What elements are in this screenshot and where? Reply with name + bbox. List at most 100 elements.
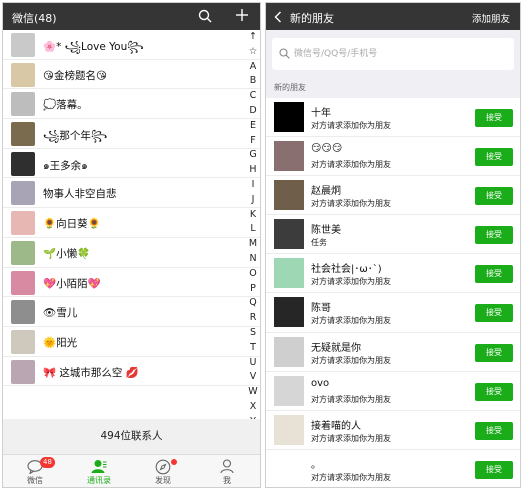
contact-row[interactable]: 🌸* ꧁Love You꧂: [3, 30, 260, 60]
index-letter[interactable]: U: [246, 356, 260, 371]
request-message: 对方请求添加你为朋友: [311, 433, 391, 443]
contact-row[interactable]: 物事人非空自悲: [3, 178, 260, 209]
tab-chats[interactable]: 48 微信: [3, 455, 67, 487]
index-letter[interactable]: S: [246, 326, 260, 341]
search-icon[interactable]: [198, 9, 212, 23]
accept-button[interactable]: 接受: [475, 304, 513, 323]
avatar: [11, 122, 35, 147]
contact-row[interactable]: 🌞阳光: [3, 327, 260, 357]
avatar: [11, 62, 35, 87]
tab-label: 发现: [155, 476, 171, 485]
tab-me[interactable]: 我: [195, 455, 259, 487]
person-icon: [220, 459, 234, 474]
index-letter[interactable]: O: [246, 267, 260, 282]
contact-row[interactable]: 🎀 这城市那么空 💋: [3, 357, 260, 387]
contact-name: 🌞阳光: [43, 336, 78, 349]
index-letter[interactable]: W: [246, 385, 260, 400]
request-message: 对方请求添加你为朋友: [311, 316, 391, 326]
requester-name: 陈世美: [311, 225, 341, 237]
accept-button[interactable]: 接受: [475, 265, 513, 284]
requester-name: 接着喵的人: [311, 420, 361, 432]
friend-request-row[interactable]: 陈世美 任务 接受: [266, 215, 520, 255]
alphabet-index[interactable]: ↑☆ABCDEFGHIJKLMNOPQRSTUVWXYZ#: [246, 30, 260, 456]
accept-button[interactable]: 接受: [475, 226, 513, 245]
contact-name: 😘金榜题名😘: [43, 69, 107, 82]
friend-request-row[interactable]: ovo 对方请求添加你为朋友 接受: [266, 372, 520, 411]
index-letter[interactable]: J: [246, 193, 260, 208]
search-input[interactable]: [294, 46, 494, 62]
index-letter[interactable]: ☆: [246, 45, 260, 60]
index-letter[interactable]: V: [246, 370, 260, 385]
contact-row[interactable]: ๑王多余๑: [3, 149, 260, 179]
accept-button[interactable]: 接受: [475, 421, 513, 440]
index-letter[interactable]: N: [246, 252, 260, 267]
index-letter[interactable]: I: [246, 178, 260, 193]
requester-name: 赵晨炯: [311, 186, 341, 198]
avatar: [11, 300, 35, 325]
avatar: [274, 297, 304, 328]
tab-label: 通讯录: [87, 476, 111, 485]
friend-request-row[interactable]: 十年 对方请求添加你为朋友 接受: [266, 98, 520, 138]
friend-request-row[interactable]: 陈哥 对方请求添加你为朋友 接受: [266, 293, 520, 333]
index-letter[interactable]: Q: [246, 296, 260, 311]
avatar: [11, 151, 35, 176]
contact-count: 494位联系人: [3, 419, 260, 454]
avatar: [11, 181, 35, 206]
index-letter[interactable]: ↑: [246, 30, 260, 45]
friend-request-row[interactable]: 赵晨炯 对方请求添加你为朋友 接受: [266, 176, 520, 216]
index-letter[interactable]: B: [246, 74, 260, 89]
friend-request-row[interactable]: 接着喵的人 对方请求添加你为朋友 接受: [266, 411, 520, 450]
index-letter[interactable]: M: [246, 237, 260, 252]
accept-button[interactable]: 接受: [475, 382, 513, 401]
contact-row[interactable]: 💖小陌陌💖: [3, 268, 260, 298]
avatar: [274, 258, 304, 289]
new-friends-screen: 新的朋友 添加朋友 新的朋友 十年对方请求添加你为朋友接受😏😏😏对方请求添加你为…: [265, 2, 521, 488]
contact-row[interactable]: 🌱小懒🍀: [3, 238, 260, 268]
avatar: [11, 270, 35, 295]
accept-button[interactable]: 接受: [475, 148, 513, 167]
add-friend-button[interactable]: 添加朋友: [472, 11, 510, 25]
index-letter[interactable]: P: [246, 282, 260, 297]
tab-discover[interactable]: 发现: [131, 455, 195, 487]
plus-icon[interactable]: [235, 8, 249, 22]
contact-name: 🌱小懒🍀: [43, 247, 91, 260]
accept-button[interactable]: 接受: [475, 460, 513, 479]
avatar: [274, 102, 304, 132]
index-letter[interactable]: G: [246, 148, 260, 163]
index-letter[interactable]: C: [246, 89, 260, 104]
contact-row[interactable]: ꧁那个年꧂: [3, 119, 260, 149]
friend-request-row[interactable]: 。对方请求添加你为朋友 接受: [266, 450, 520, 487]
friend-request-row[interactable]: 无疑就是你 对方请求添加你为朋友 接受: [266, 333, 520, 372]
index-letter[interactable]: E: [246, 119, 260, 134]
index-letter[interactable]: L: [246, 222, 260, 237]
friend-request-row[interactable]: 😏😏😏 对方请求添加你为朋友 接受: [266, 137, 520, 177]
contact-row[interactable]: 🌻向日葵🌻: [3, 208, 260, 238]
index-letter[interactable]: K: [246, 208, 260, 223]
section-header: 新的朋友: [266, 78, 520, 98]
index-letter[interactable]: X: [246, 400, 260, 415]
back-arrow-icon[interactable]: [274, 11, 282, 23]
index-letter[interactable]: F: [246, 134, 260, 149]
index-letter[interactable]: A: [246, 60, 260, 75]
contact-row[interactable]: 👁雪儿: [3, 297, 260, 327]
index-letter[interactable]: T: [246, 341, 260, 356]
header-title: 微信(48): [12, 12, 57, 25]
accept-button[interactable]: 接受: [475, 109, 513, 127]
search-box[interactable]: [272, 38, 514, 70]
tab-contacts[interactable]: 通讯录: [67, 455, 131, 487]
index-letter[interactable]: H: [246, 163, 260, 178]
avatar: [11, 329, 35, 354]
index-letter[interactable]: D: [246, 104, 260, 119]
accept-button[interactable]: 接受: [475, 187, 513, 206]
accept-button[interactable]: 接受: [475, 343, 513, 362]
contact-row[interactable]: 😘金榜题名😘: [3, 60, 260, 90]
contact-name: 🌸* ꧁Love You꧂: [43, 41, 144, 53]
avatar: [11, 211, 35, 236]
avatar: [11, 240, 35, 265]
avatar: [11, 33, 35, 57]
friend-request-row[interactable]: 社会社会|･ω･`) 对方请求添加你为朋友 接受: [266, 254, 520, 294]
requester-name: ovo: [311, 377, 330, 389]
contact-row[interactable]: 💭落幕。: [3, 89, 260, 120]
contacts-icon: [91, 460, 107, 473]
index-letter[interactable]: R: [246, 311, 260, 326]
